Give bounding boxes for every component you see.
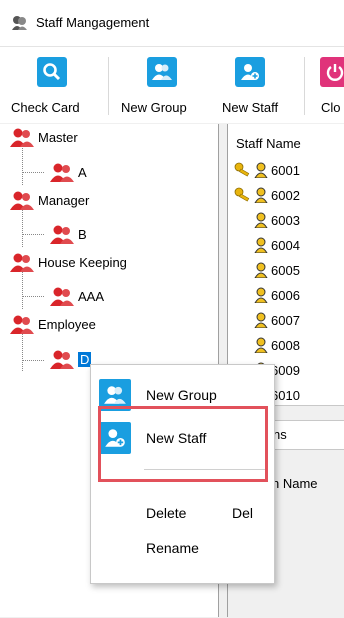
menu-item-label: Delete — [146, 505, 187, 521]
staff-row[interactable]: 6005 — [234, 260, 300, 280]
staff-name: 6007 — [271, 312, 300, 328]
spacer — [234, 287, 252, 303]
staff-name: 6009 — [271, 362, 300, 378]
tree-group-label: Manager — [38, 192, 90, 208]
new-group-label: New Group — [121, 100, 187, 115]
new-staff-button[interactable]: New Staff — [216, 47, 296, 123]
staff-row[interactable]: 6007 — [234, 310, 300, 330]
staff-row[interactable]: 6002 — [234, 185, 300, 205]
menu-item-rename[interactable]: Rename — [91, 533, 274, 563]
staff-name: 6010 — [271, 387, 300, 403]
key-icon — [234, 187, 250, 202]
menu-item-label: Rename — [146, 540, 199, 556]
add-group-icon — [147, 57, 177, 87]
staff-name: 6008 — [271, 337, 300, 353]
person-icon — [254, 162, 268, 178]
group-icon — [50, 225, 74, 244]
tree-group-label: Employee — [38, 316, 96, 332]
tree-connector — [22, 272, 23, 309]
menu-item-label: New Group — [146, 387, 217, 403]
staff-name: 6006 — [271, 287, 300, 303]
tree-item-label: AAA — [78, 288, 105, 304]
spacer — [234, 262, 252, 278]
group-icon — [50, 350, 74, 369]
window-title: Staff Mangagement — [36, 15, 150, 30]
close-button[interactable]: Clo — [312, 47, 344, 123]
person-icon — [254, 312, 268, 328]
group-icon — [50, 163, 74, 182]
tab-label: ns — [273, 427, 287, 442]
tree-item-a[interactable]: A — [50, 162, 87, 182]
new-staff-label: New Staff — [222, 100, 279, 115]
staff-row[interactable]: 6001 — [234, 160, 300, 180]
check-card-label: Check Card — [11, 100, 80, 115]
column-header-partial[interactable]: n Name — [272, 476, 318, 491]
staff-name: 6001 — [271, 162, 300, 178]
column-header-staff-name[interactable]: Staff Name — [236, 136, 301, 151]
staff-name: 6003 — [271, 212, 300, 228]
staff-row[interactable]: 6004 — [234, 235, 300, 255]
person-icon — [254, 262, 268, 278]
spacer — [234, 237, 252, 253]
tree-item-d[interactable]: D — [50, 349, 92, 369]
staff-row[interactable]: 6003 — [234, 210, 300, 230]
tree-item-b[interactable]: B — [50, 224, 87, 244]
group-icon — [10, 253, 34, 272]
staff-row[interactable]: 6008 — [234, 335, 300, 355]
tree-connector — [22, 148, 23, 185]
spacer — [234, 212, 252, 228]
tree-connector — [22, 296, 44, 297]
menu-item-shortcut: Del — [232, 505, 254, 521]
check-card-button[interactable]: Check Card — [0, 47, 102, 123]
group-icon — [10, 315, 34, 334]
tree-group-label: House Keeping — [38, 254, 127, 270]
person-icon — [254, 337, 268, 353]
tree-group-employee[interactable]: Employee — [10, 314, 96, 334]
title-bar: Staff Mangagement — [0, 0, 344, 46]
group-icon — [10, 128, 34, 147]
tree-group-manager[interactable]: Manager — [10, 190, 89, 210]
tree-item-aaa[interactable]: AAA — [50, 286, 104, 306]
person-icon — [254, 187, 268, 203]
tree-connector — [22, 360, 44, 361]
spacer — [234, 337, 252, 353]
tree-item-label: A — [78, 164, 87, 180]
spacer — [234, 312, 252, 328]
power-icon — [320, 57, 344, 87]
tab-partial[interactable]: ns — [270, 420, 344, 450]
toolbar-divider — [108, 57, 109, 115]
tree-group-label: Master — [38, 129, 78, 145]
person-icon — [254, 287, 268, 303]
person-icon — [254, 212, 268, 228]
search-icon — [37, 57, 67, 87]
staff-name: 6005 — [271, 262, 300, 278]
key-icon — [234, 162, 250, 177]
group-icon — [10, 191, 34, 210]
tree-item-label: B — [78, 226, 87, 242]
staff-name: 6004 — [271, 237, 300, 253]
person-icon — [254, 237, 268, 253]
staff-name: 6002 — [271, 187, 300, 203]
group-icon — [50, 287, 74, 306]
tree-group-house-keeping[interactable]: House Keeping — [10, 252, 127, 272]
tree-connector — [22, 172, 44, 173]
annotation-highlight-box — [98, 406, 268, 482]
staff-row[interactable]: 6006 — [234, 285, 300, 305]
close-label: Clo — [321, 100, 341, 115]
toolbar: Check Card New Group New Staff Clo — [0, 46, 344, 123]
app-icon — [12, 16, 27, 30]
tree-connector — [22, 210, 23, 247]
tree-connector — [22, 234, 44, 235]
menu-item-delete[interactable]: Delete Del — [91, 499, 274, 529]
new-group-button[interactable]: New Group — [114, 47, 214, 123]
toolbar-divider — [304, 57, 305, 115]
tree-connector — [22, 334, 23, 371]
tree-group-master[interactable]: Master — [10, 127, 78, 147]
add-staff-icon — [235, 57, 265, 87]
